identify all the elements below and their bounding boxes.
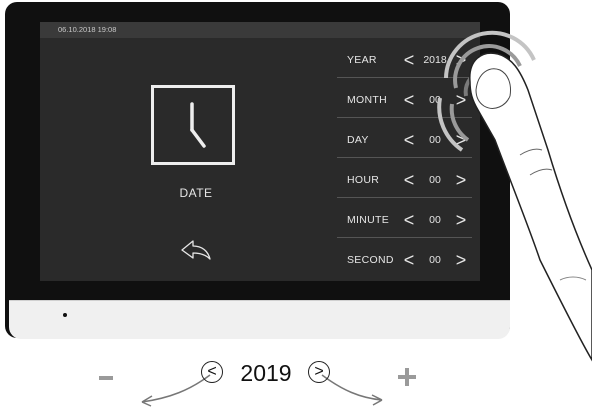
caption-year: 2019 (240, 360, 292, 386)
swipe-arrows (141, 374, 383, 407)
caption-prev-icon: < (201, 361, 223, 383)
plus-icon (398, 368, 416, 386)
caption-next-icon: > (308, 361, 330, 383)
